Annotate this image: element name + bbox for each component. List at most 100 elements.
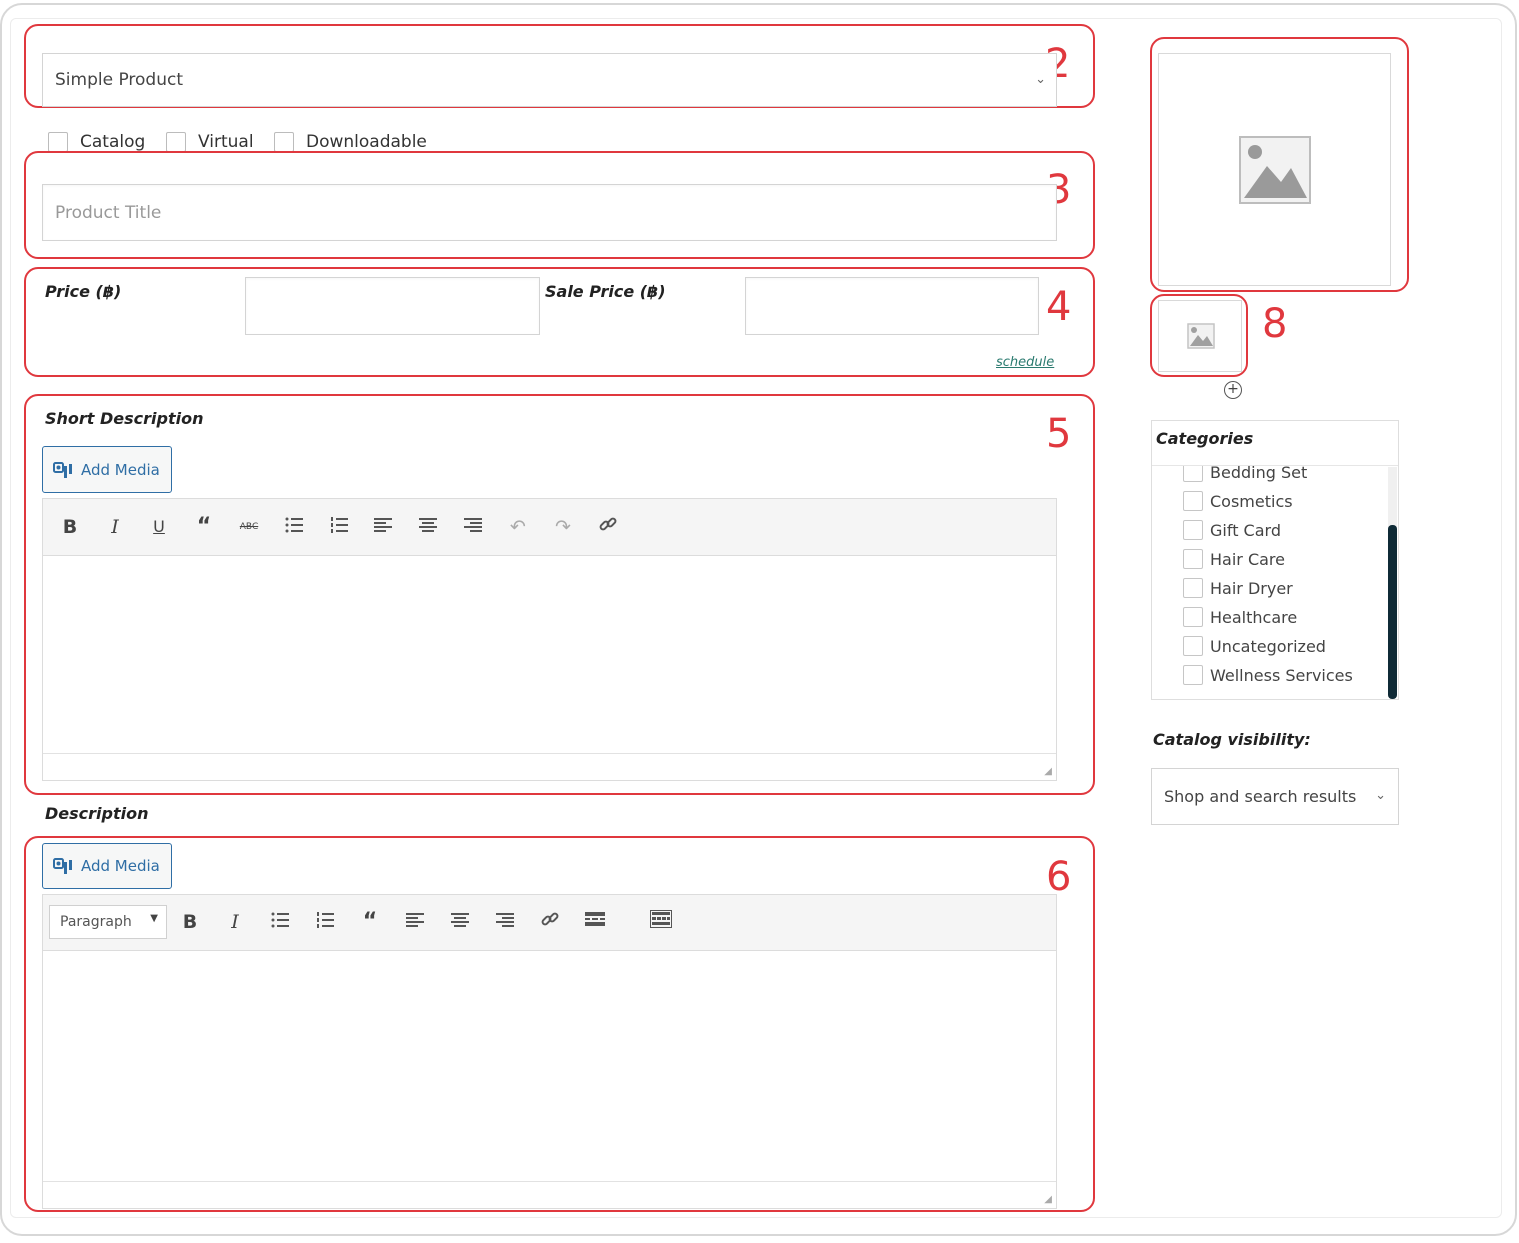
category-checkbox[interactable]	[1183, 549, 1203, 569]
add-media-label: Add Media	[81, 460, 160, 479]
add-media-icon	[53, 857, 73, 875]
italic-icon[interactable]: I	[222, 909, 248, 935]
category-checkbox[interactable]	[1183, 607, 1203, 627]
undo-icon[interactable]: ↶	[505, 514, 531, 540]
underline-icon[interactable]: U	[146, 514, 172, 540]
category-item[interactable]: Gift Card	[1183, 518, 1281, 542]
chevron-down-icon: ⌄	[1035, 72, 1046, 87]
schedule-link[interactable]: schedule	[996, 355, 1054, 370]
category-label: Cosmetics	[1210, 491, 1293, 511]
bold-icon[interactable]: B	[177, 909, 203, 935]
annotation-number-4: 4	[1046, 284, 1072, 330]
product-type-select[interactable]: Simple Product ⌄	[42, 53, 1057, 107]
category-label: Bedding Set	[1210, 466, 1308, 482]
description-toolbar: Paragraph ▼ B I “	[43, 895, 1056, 951]
add-media-button[interactable]: Add Media	[42, 446, 172, 493]
category-label: Uncategorized	[1210, 636, 1326, 656]
product-title-placeholder: Product Title	[55, 202, 162, 223]
category-item[interactable]: Cosmetics	[1183, 489, 1293, 513]
product-type-value: Simple Product	[55, 70, 183, 90]
bullet-list-icon[interactable]	[281, 514, 307, 540]
category-label: Gift Card	[1210, 520, 1281, 540]
product-image-upload[interactable]	[1158, 53, 1391, 286]
format-select-value: Paragraph	[60, 914, 132, 930]
add-media-label: Add Media	[81, 857, 160, 875]
link-icon[interactable]	[537, 909, 563, 936]
price-label: Price (฿)	[45, 282, 122, 301]
align-center-icon[interactable]	[415, 514, 441, 540]
catalog-label: Catalog	[80, 132, 146, 152]
gallery-image-upload[interactable]	[1158, 300, 1242, 372]
category-label: Healthcare	[1210, 607, 1298, 627]
category-label: Wellness Services	[1210, 665, 1353, 685]
description-label: Description	[45, 804, 149, 823]
category-checkbox[interactable]	[1183, 578, 1203, 598]
blockquote-icon[interactable]: “	[357, 909, 383, 935]
virtual-label: Virtual	[198, 132, 254, 152]
numbered-list-icon[interactable]	[326, 514, 352, 540]
resize-handle-icon[interactable]: ◢	[1044, 766, 1052, 777]
chevron-down-icon: ⌄	[1375, 788, 1386, 803]
read-more-icon[interactable]	[582, 909, 608, 935]
category-checkbox[interactable]	[1183, 491, 1203, 511]
italic-icon[interactable]: I	[102, 514, 128, 540]
categories-panel: Categories Bedding Set Cosmetics Gift Ca…	[1151, 420, 1399, 700]
categories-list: Bedding Set Cosmetics Gift Card Hair Car…	[1183, 466, 1383, 696]
categories-scrollbar-thumb[interactable]	[1388, 525, 1397, 699]
resize-handle-icon[interactable]: ◢	[1044, 1194, 1052, 1205]
product-title-input[interactable]: Product Title	[42, 184, 1057, 241]
category-checkbox[interactable]	[1183, 520, 1203, 540]
image-placeholder-icon	[1239, 136, 1311, 208]
align-right-icon[interactable]	[460, 514, 486, 540]
category-item[interactable]: Hair Dryer	[1183, 576, 1293, 600]
sale-price-label: Sale Price (฿)	[545, 282, 666, 301]
category-item[interactable]: Uncategorized	[1183, 634, 1326, 658]
category-item[interactable]: Wellness Services	[1183, 663, 1353, 687]
add-gallery-image-icon[interactable]: +	[1224, 381, 1242, 399]
toolbar-toggle-icon[interactable]	[648, 909, 674, 935]
description-add-media-button[interactable]: Add Media	[42, 843, 172, 889]
short-description-statusbar: ◢	[43, 753, 1056, 780]
strikethrough-icon[interactable]: ABC	[236, 514, 262, 540]
caret-down-icon: ▼	[150, 913, 158, 924]
category-item[interactable]: Bedding Set	[1183, 466, 1307, 484]
align-left-icon[interactable]	[370, 514, 396, 540]
description-editor[interactable]: Paragraph ▼ B I “ ◢	[42, 894, 1057, 1209]
category-item[interactable]: Hair Care	[1183, 547, 1285, 571]
category-checkbox[interactable]	[1183, 665, 1203, 685]
category-checkbox[interactable]	[1183, 636, 1203, 656]
catalog-visibility-select[interactable]: Shop and search results ⌄	[1151, 768, 1399, 825]
category-item[interactable]: Healthcare	[1183, 605, 1297, 629]
align-center-icon[interactable]	[447, 909, 473, 935]
align-left-icon[interactable]	[402, 909, 428, 935]
annotation-number-8: 8	[1262, 301, 1288, 347]
link-icon[interactable]	[595, 514, 621, 541]
short-description-label: Short Description	[45, 409, 204, 428]
price-input[interactable]	[245, 277, 540, 335]
format-select[interactable]: Paragraph ▼	[49, 905, 167, 939]
catalog-visibility-value: Shop and search results	[1164, 787, 1357, 806]
short-description-toolbar: B I U “ ABC ↶ ↷	[43, 499, 1056, 556]
category-label: Hair Dryer	[1210, 578, 1293, 598]
virtual-checkbox[interactable]	[166, 132, 186, 152]
downloadable-checkbox[interactable]	[274, 132, 294, 152]
catalog-visibility-label: Catalog visibility:	[1153, 730, 1311, 749]
bullet-list-icon[interactable]	[267, 909, 293, 935]
downloadable-label: Downloadable	[306, 132, 427, 152]
add-media-icon	[53, 461, 73, 479]
short-description-editor[interactable]: B I U “ ABC ↶ ↷ ◢	[42, 498, 1057, 781]
category-label: Hair Care	[1210, 549, 1285, 569]
categories-title: Categories	[1156, 429, 1254, 448]
align-right-icon[interactable]	[492, 909, 518, 935]
redo-icon[interactable]: ↷	[550, 514, 576, 540]
sale-price-input[interactable]	[745, 277, 1039, 335]
annotation-number-6: 6	[1046, 854, 1072, 900]
description-statusbar: ◢	[43, 1181, 1056, 1208]
catalog-checkbox[interactable]	[48, 132, 68, 152]
blockquote-icon[interactable]: “	[191, 514, 217, 540]
bold-icon[interactable]: B	[57, 514, 83, 540]
annotation-number-5: 5	[1046, 411, 1072, 457]
category-checkbox[interactable]	[1183, 466, 1203, 482]
numbered-list-icon[interactable]	[312, 909, 338, 935]
image-placeholder-icon	[1187, 323, 1215, 353]
